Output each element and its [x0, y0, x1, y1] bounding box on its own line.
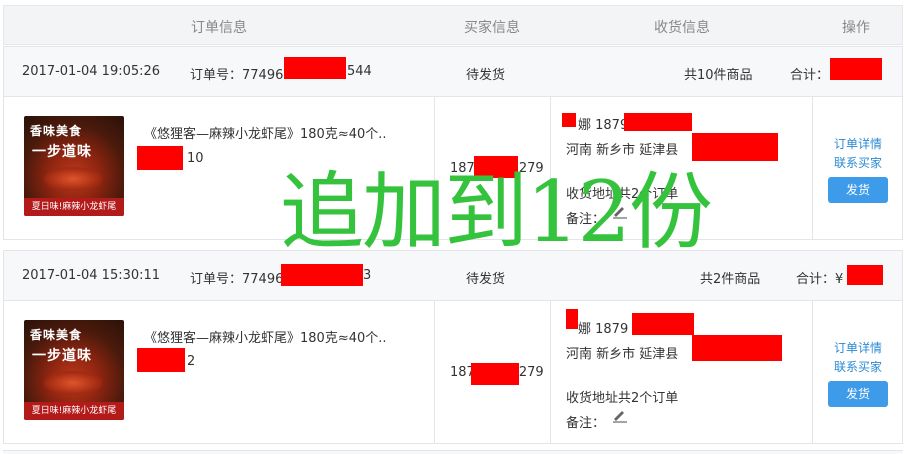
recipient-address: 河南 新乡市 延津县 — [566, 143, 679, 158]
redacted-recipient-name — [562, 113, 576, 127]
ship-button[interactable]: 发货 — [828, 177, 888, 203]
ship-button[interactable]: 发货 — [828, 381, 888, 407]
redacted-buyer-phone — [471, 363, 519, 385]
address-order-note: 收货地址共2个订单 — [566, 391, 679, 406]
order-number-tail: 3 — [363, 268, 372, 283]
order-detail-link[interactable]: 订单详情 — [834, 339, 882, 356]
order-summary-bar: 2017-01-04 15:30:11 订单号：77496 3 待发货 共2件商… — [4, 251, 902, 301]
redacted-order-total — [830, 58, 882, 80]
product-title[interactable]: 《悠狸客—麻辣小龙虾尾》180克≈40个.. — [144, 123, 387, 142]
recipient-address: 河南 新乡市 延津县 — [566, 347, 679, 362]
order-status: 待发货 — [466, 272, 506, 287]
product-quantity: 2 — [187, 354, 196, 369]
address-order-note: 收货地址共2个订单 — [566, 187, 679, 202]
order-total-label: 合计： — [790, 68, 830, 83]
header-actions: 操作 — [842, 20, 870, 36]
contact-buyer-link[interactable]: 联系买家 — [834, 154, 882, 171]
header-buyer-info: 买家信息 — [464, 20, 520, 36]
redacted-price — [137, 146, 183, 170]
order-number-label: 订单号：77496 — [190, 68, 284, 83]
order-status: 待发货 — [466, 68, 506, 83]
remark-label: 备注： — [566, 416, 606, 431]
order-items-count: 共10件商品 — [684, 68, 753, 83]
order-summary-bar: 2017-01-04 19:05:26 订单号：77496 544 待发货 共1… — [4, 47, 902, 97]
table-header: 订单信息 买家信息 收货信息 操作 — [3, 5, 903, 45]
redacted-buyer-phone — [474, 156, 518, 178]
order-total-label: 合计：¥ — [796, 272, 844, 287]
product-image[interactable]: 香味美食 一步道味 夏日味!麻辣小龙虾尾 — [24, 116, 124, 216]
order-body: 香味美食 一步道味 夏日味!麻辣小龙虾尾 《悠狸客—麻辣小龙虾尾》180克≈40… — [4, 97, 902, 239]
product-quantity: 10 — [187, 151, 204, 166]
redacted-recipient-address — [692, 133, 778, 161]
redacted-recipient-phone — [624, 113, 692, 131]
contact-buyer-link[interactable]: 联系买家 — [834, 358, 882, 375]
recipient-name-phone: 娜 1879 — [578, 322, 629, 337]
order-body: 香味美食 一步道味 夏日味!麻辣小龙虾尾 《悠狸客—麻辣小龙虾尾》180克≈40… — [4, 301, 902, 443]
order-number-tail: 544 — [347, 64, 372, 79]
redacted-order-number — [281, 264, 363, 286]
order-number-label: 订单号：77496 — [190, 272, 284, 287]
redacted-order-number — [284, 57, 346, 79]
redacted-order-total — [847, 265, 883, 285]
edit-remark-icon[interactable] — [612, 409, 628, 423]
order-datetime: 2017-01-04 15:30:11 — [22, 268, 161, 283]
order-datetime: 2017-01-04 19:05:26 — [22, 64, 161, 79]
order-card: 2017-01-04 19:05:26 订单号：77496 544 待发货 共1… — [3, 46, 903, 240]
edit-remark-icon[interactable] — [612, 205, 628, 219]
header-delivery-info: 收货信息 — [654, 20, 710, 36]
redacted-recipient-name — [566, 309, 578, 329]
product-title[interactable]: 《悠狸客—麻辣小龙虾尾》180克≈40个.. — [144, 327, 387, 346]
product-image[interactable]: 香味美食 一步道味 夏日味!麻辣小龙虾尾 — [24, 320, 124, 420]
redacted-recipient-address — [692, 335, 782, 361]
header-order-info: 订单信息 — [191, 20, 247, 36]
order-card: 2017-01-04 15:30:11 订单号：77496 3 待发货 共2件商… — [3, 250, 903, 444]
order-detail-link[interactable]: 订单详情 — [834, 135, 882, 152]
order-items-count: 共2件商品 — [700, 272, 761, 287]
next-order-card-edge — [3, 450, 903, 454]
redacted-recipient-phone — [632, 313, 694, 335]
remark-label: 备注： — [566, 212, 606, 227]
redacted-price — [137, 348, 185, 372]
